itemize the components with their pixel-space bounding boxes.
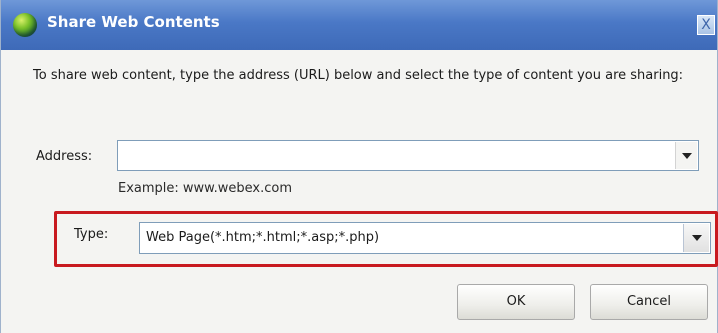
dialog-title: Share Web Contents <box>47 13 220 31</box>
type-label: Type: <box>74 227 109 242</box>
type-select[interactable]: Web Page(*.htm;*.html;*.asp;*.php) <box>139 222 711 254</box>
address-example-text: Example: www.webex.com <box>118 181 292 196</box>
globe-icon <box>13 13 37 37</box>
address-label: Address: <box>36 149 93 164</box>
type-dropdown-button[interactable] <box>683 224 709 252</box>
address-input[interactable] <box>122 145 667 166</box>
chevron-down-icon <box>682 153 692 159</box>
ok-button[interactable]: OK <box>457 284 575 320</box>
address-combobox[interactable] <box>117 140 699 171</box>
instructions-text: To share web content, type the address (… <box>33 68 684 83</box>
address-dropdown-button[interactable] <box>675 142 697 169</box>
title-bar: Share Web Contents X <box>1 0 717 50</box>
close-button[interactable]: X <box>697 15 715 35</box>
share-web-contents-dialog: Share Web Contents X To share web conten… <box>0 0 718 333</box>
chevron-down-icon <box>692 235 702 241</box>
cancel-button[interactable]: Cancel <box>590 284 708 320</box>
type-selected-value: Web Page(*.htm;*.html;*.asp;*.php) <box>146 230 380 245</box>
close-icon: X <box>701 17 711 33</box>
